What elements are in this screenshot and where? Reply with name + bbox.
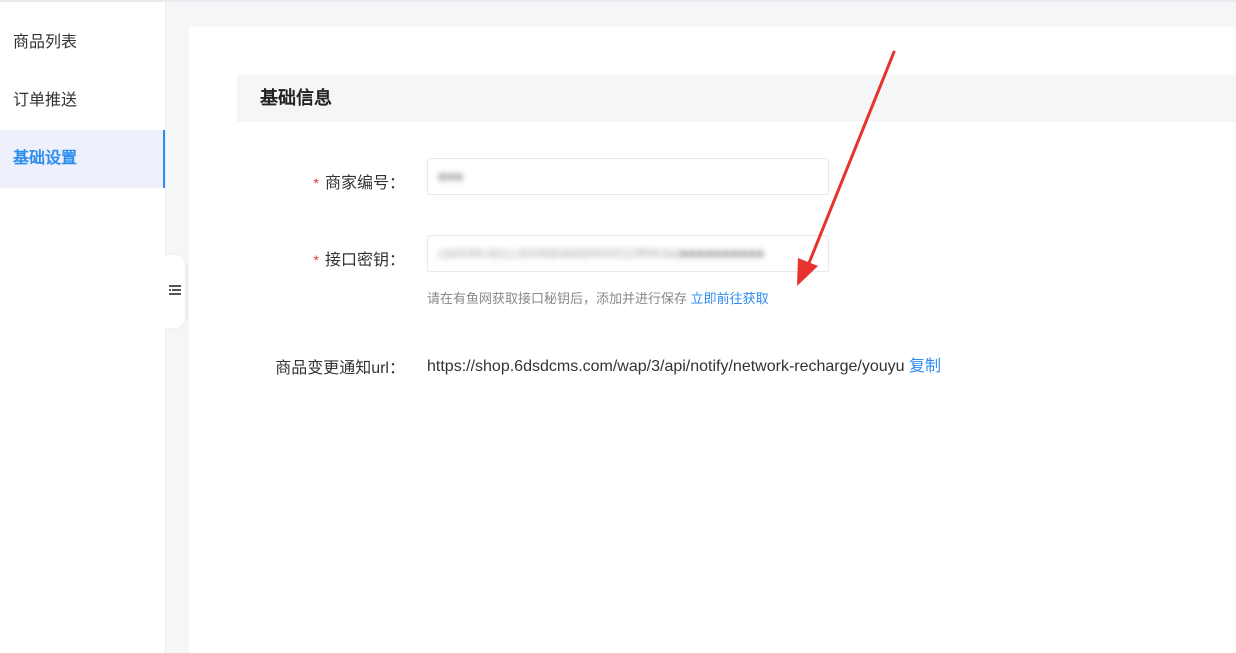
notify-url-row: https://shop.6dsdcms.com/wap/3/api/notif… (427, 352, 941, 376)
sidebar: 商品列表 订单推送 基础设置 (0, 2, 166, 653)
merchant-id-input[interactable]: ■■■ (427, 158, 829, 195)
section-title: 基础信息 (237, 75, 1236, 122)
merchant-id-value: ■■■ (438, 168, 464, 184)
notify-url-value: https://shop.6dsdcms.com/wap/3/api/notif… (427, 358, 905, 375)
required-mark: * (313, 252, 319, 268)
merchant-id-label-text: 商家编号 (324, 175, 389, 192)
get-api-key-link[interactable]: 立即前往获取 (691, 291, 769, 306)
api-key-value: cb004fc4b1c300fd84bfdf400010ff4fcbd■■■■■… (438, 245, 765, 261)
sidebar-item-order-push[interactable]: 订单推送 (0, 72, 165, 130)
api-key-hint-text: 请在有鱼网获取接口秘钥后，添加并进行保存 (427, 291, 688, 306)
sidebar-collapse-toggle[interactable] (165, 255, 185, 328)
collapse-menu-icon (169, 283, 181, 301)
merchant-id-label: * 商家编号： (313, 175, 405, 192)
sidebar-item-product-list[interactable]: 商品列表 (0, 14, 165, 72)
notify-url-label-text: 商品变更通知url (275, 360, 389, 377)
api-key-input[interactable]: cb004fc4b1c300fd84bfdf400010ff4fcbd■■■■■… (427, 235, 829, 272)
api-key-label: * 接口密钥： (313, 252, 405, 269)
notify-url-label: 商品变更通知url： (275, 360, 405, 377)
api-key-hint: 请在有鱼网获取接口秘钥后，添加并进行保存 立即前往获取 (427, 288, 769, 307)
api-key-label-text: 接口密钥 (324, 252, 389, 269)
required-mark: * (313, 175, 319, 191)
sidebar-item-basic-settings[interactable]: 基础设置 (0, 130, 165, 188)
copy-url-link[interactable]: 复制 (909, 358, 941, 375)
